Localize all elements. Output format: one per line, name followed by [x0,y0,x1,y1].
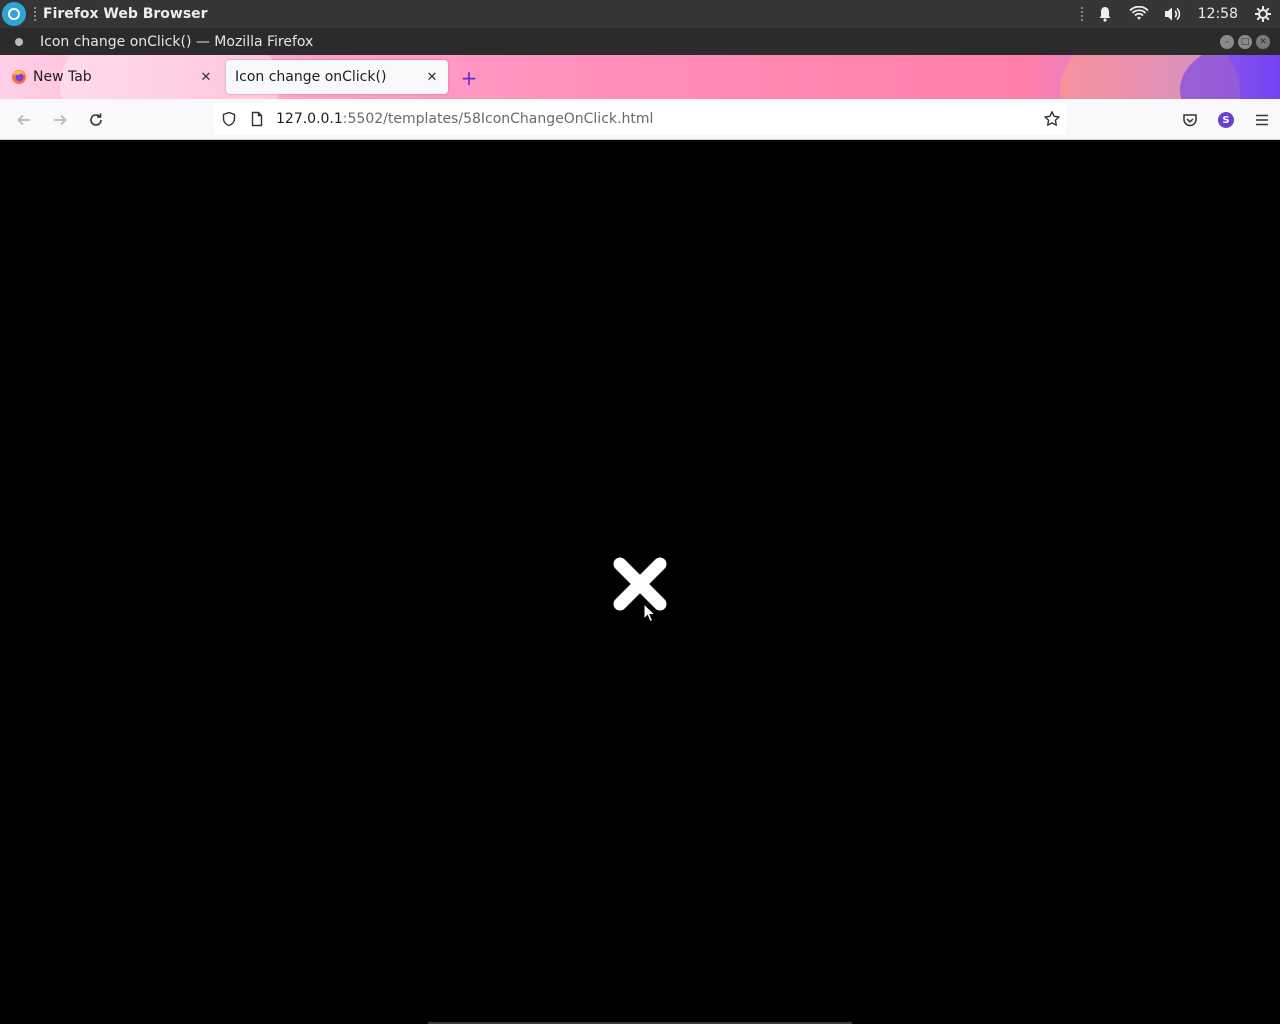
url-text[interactable]: 127.0.0.1:5502/templates/58IconChangeOnC… [276,111,653,127]
bell-icon[interactable] [1088,0,1122,28]
system-top-bar: Firefox Web Browser 12:58 [0,0,1280,28]
minimize-icon[interactable]: – [1220,34,1234,49]
tab-icon-change[interactable]: Icon change onClick() ✕ [226,60,448,94]
tab-strip: New Tab ✕ Icon change onClick() ✕ + [0,55,1280,99]
avatar-letter: S [1218,112,1234,128]
tab-label: New Tab [33,69,92,85]
wifi-icon[interactable] [1122,0,1156,28]
forward-button[interactable] [45,105,75,135]
back-arrow-icon [17,114,30,126]
page-content [0,140,1280,1024]
window-title: Icon change onClick() — Mozilla Firefox [40,33,314,50]
account-avatar[interactable]: S [1208,105,1244,135]
url-path: :5502/templates/58IconChangeOnClick.html [342,111,654,127]
settings-icon[interactable] [1246,0,1280,28]
hamburger-menu-icon[interactable] [1244,105,1280,135]
tab-label: Icon change onClick() [235,69,387,85]
mouse-cursor-icon [643,603,657,623]
window-title-bar: Icon change onClick() — Mozilla Firefox … [0,28,1280,55]
activities-icon[interactable] [2,2,26,26]
new-tab-button[interactable]: + [456,65,482,91]
window-close-icon[interactable]: ✕ [1256,34,1270,49]
window-menu-dot[interactable] [15,37,23,46]
separator [1080,7,1084,21]
firefox-icon [11,69,27,85]
back-button[interactable] [9,105,39,135]
reload-icon [90,113,102,126]
maximize-icon[interactable]: □ [1238,34,1252,49]
clock[interactable]: 12:58 [1190,6,1246,22]
volume-icon[interactable] [1156,0,1190,28]
navigation-bar: 127.0.0.1:5502/templates/58IconChangeOnC… [0,99,1280,140]
shield-icon[interactable] [221,111,237,127]
address-bar[interactable]: 127.0.0.1:5502/templates/58IconChangeOnC… [213,103,1067,135]
app-menu-label[interactable]: Firefox Web Browser [43,6,208,22]
close-tab-icon[interactable]: ✕ [194,65,218,89]
close-tab-icon[interactable]: ✕ [420,65,444,89]
forward-arrow-icon [54,114,67,126]
reload-button[interactable] [81,105,111,135]
pocket-icon[interactable] [1172,105,1208,135]
tab-new-tab[interactable]: New Tab ✕ [2,60,222,94]
bookmark-star-icon[interactable] [1043,110,1061,128]
drag-grip [34,7,37,21]
url-host: 127.0.0.1 [276,111,343,127]
page-icon[interactable] [249,111,265,127]
close-icon[interactable] [610,554,670,614]
